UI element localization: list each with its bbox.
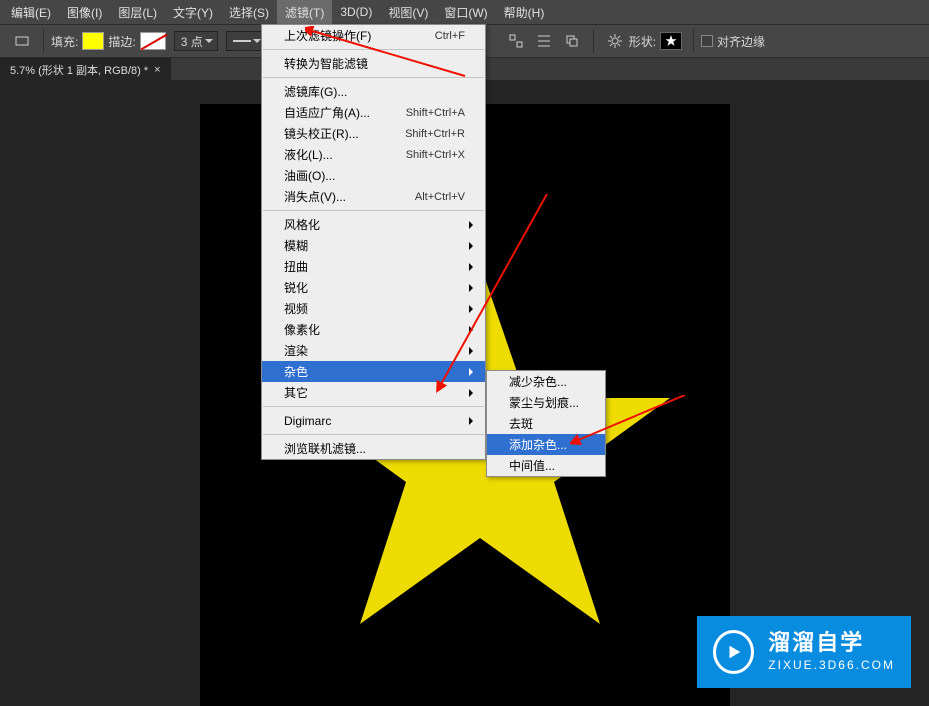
menu-item[interactable]: 风格化 [262, 214, 485, 235]
menu-item[interactable]: 消失点(V)...Alt+Ctrl+V [262, 186, 485, 207]
menu-item[interactable]: 杂色 [262, 361, 485, 382]
noise-submenu: 减少杂色...蒙尘与划痕...去斑添加杂色...中间值... [486, 370, 606, 477]
submenu-item[interactable]: 蒙尘与划痕... [487, 392, 605, 413]
stroke-style-combo[interactable] [226, 31, 266, 51]
submenu-item[interactable]: 去斑 [487, 413, 605, 434]
menu-item[interactable]: 镜头校正(R)...Shift+Ctrl+R [262, 123, 485, 144]
menu-图像[interactable]: 图像(I) [59, 0, 110, 24]
tab-title: 5.7% (形状 1 副本, RGB/8) * [10, 62, 148, 78]
arrange-icon[interactable] [560, 29, 584, 53]
stroke-label: 描边: [108, 33, 135, 50]
menu-图层[interactable]: 图层(L) [110, 0, 165, 24]
menu-item[interactable]: 其它 [262, 382, 485, 403]
menubar: 编辑(E)图像(I)图层(L)文字(Y)选择(S)滤镜(T)3D(D)视图(V)… [0, 0, 929, 24]
align-edges-label: 对齐边缘 [717, 33, 765, 50]
menu-item[interactable]: 上次滤镜操作(F)Ctrl+F [262, 25, 485, 46]
fill-swatch[interactable] [82, 32, 104, 50]
stroke-width-combo[interactable]: 3 点 [174, 31, 218, 51]
tool-preset-icon[interactable] [10, 29, 34, 53]
menu-3D[interactable]: 3D(D) [332, 0, 380, 24]
menu-窗口[interactable]: 窗口(W) [436, 0, 495, 24]
menu-帮助[interactable]: 帮助(H) [496, 0, 553, 24]
filter-menu: 上次滤镜操作(F)Ctrl+F 转换为智能滤镜滤镜库(G)...自适应广角(A).… [261, 24, 486, 460]
menu-item[interactable]: 锐化 [262, 277, 485, 298]
menu-item[interactable]: 视频 [262, 298, 485, 319]
menu-item[interactable]: 像素化 [262, 319, 485, 340]
document-tab[interactable]: 5.7% (形状 1 副本, RGB/8) * × [0, 58, 171, 80]
menu-文字[interactable]: 文字(Y) [165, 0, 221, 24]
shape-picker[interactable] [660, 32, 682, 50]
menu-选择[interactable]: 选择(S) [221, 0, 277, 24]
menu-item[interactable]: 浏览联机滤镜... [262, 438, 485, 459]
menu-item[interactable]: 滤镜库(G)... [262, 81, 485, 102]
menu-item[interactable]: 扭曲 [262, 256, 485, 277]
fill-label: 填充: [51, 33, 78, 50]
submenu-item[interactable]: 中间值... [487, 455, 605, 476]
watermark: 溜溜自学 ZIXUE.3D66.COM [697, 616, 911, 688]
menu-item[interactable]: 渲染 [262, 340, 485, 361]
stroke-swatch[interactable] [140, 32, 166, 50]
menu-item[interactable]: Digimarc [262, 410, 485, 431]
submenu-item[interactable]: 添加杂色... [487, 434, 605, 455]
submenu-item[interactable]: 减少杂色... [487, 371, 605, 392]
align-edges-checkbox[interactable] [701, 35, 713, 47]
menu-编辑[interactable]: 编辑(E) [3, 0, 59, 24]
shape-label: 形状: [629, 33, 656, 50]
align-distribute-icon[interactable] [532, 29, 556, 53]
menu-滤镜[interactable]: 滤镜(T) [277, 0, 332, 24]
gear-icon[interactable] [603, 29, 627, 53]
path-align-icon[interactable] [504, 29, 528, 53]
menu-item[interactable]: 油画(O)... [262, 165, 485, 186]
menu-视图[interactable]: 视图(V) [380, 0, 436, 24]
watermark-url: ZIXUE.3D66.COM [768, 658, 895, 672]
close-icon[interactable]: × [154, 64, 160, 76]
menu-item[interactable]: 转换为智能滤镜 [262, 53, 485, 74]
play-icon [713, 630, 754, 674]
watermark-title: 溜溜自学 [768, 632, 895, 654]
menu-item[interactable]: 自适应广角(A)...Shift+Ctrl+A [262, 102, 485, 123]
menu-item[interactable]: 模糊 [262, 235, 485, 256]
menu-item[interactable]: 液化(L)...Shift+Ctrl+X [262, 144, 485, 165]
